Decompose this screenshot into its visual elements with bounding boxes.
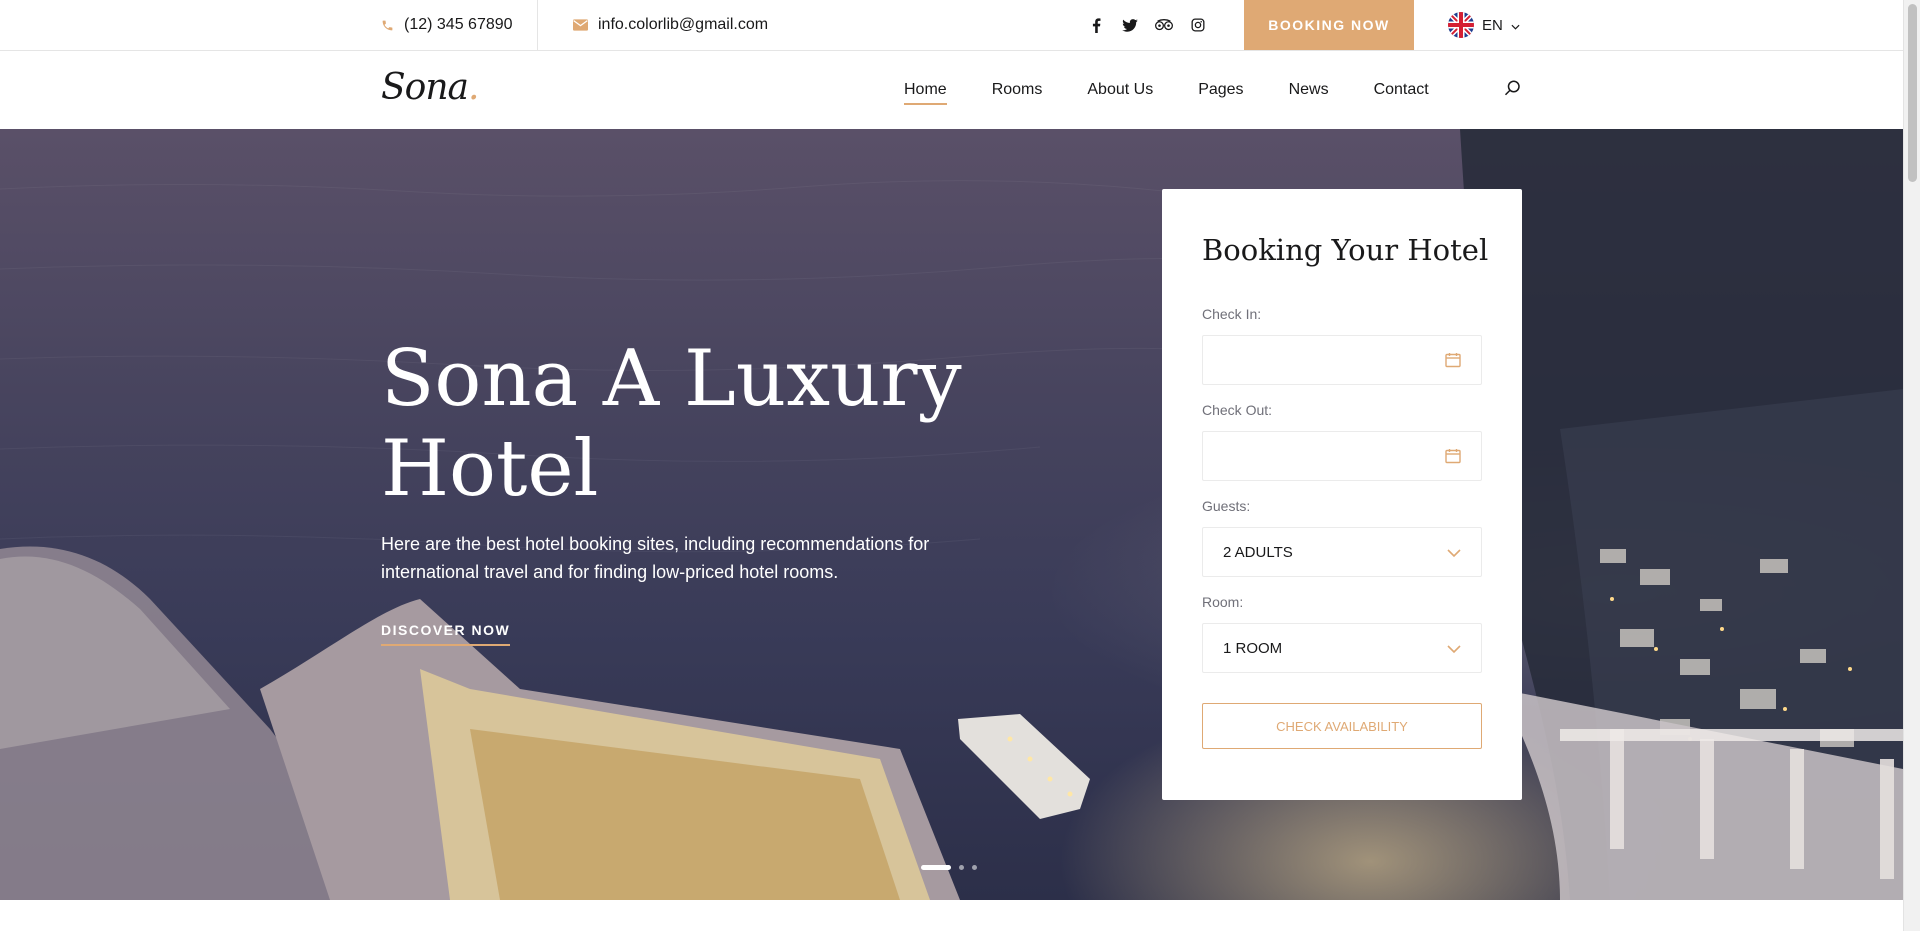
guests-selected-value: 2 Adults (1223, 543, 1293, 561)
room-select[interactable]: 1 Room (1202, 623, 1482, 673)
search-icon[interactable] (1504, 79, 1524, 99)
tripadvisor-icon[interactable] (1155, 16, 1173, 34)
top-bar: (12) 345 67890 info.colorlib@gmail.com B… (0, 0, 1903, 51)
check-in-field[interactable] (1202, 335, 1482, 385)
slider-pagination (921, 865, 977, 870)
calendar-icon[interactable] (1445, 448, 1461, 464)
scrollbar-thumb[interactable] (1908, 4, 1917, 182)
check-out-field[interactable] (1202, 431, 1482, 481)
twitter-icon[interactable] (1121, 16, 1139, 34)
nav-item-contact[interactable]: Contact (1374, 75, 1429, 105)
chevron-down-icon (1447, 546, 1461, 560)
nav-item-pages[interactable]: Pages (1198, 75, 1243, 105)
main-nav: Home Rooms About Us Pages News Contact (904, 51, 1474, 129)
phone-number: (12) 345 67890 (404, 16, 513, 33)
calendar-icon[interactable] (1445, 352, 1461, 368)
language-label[interactable]: EN (1482, 17, 1503, 34)
booking-now-button[interactable]: Booking Now (1244, 0, 1414, 50)
check-out-label: Check Out: (1202, 402, 1273, 418)
chevron-down-icon (1511, 17, 1520, 34)
hero-description: Here are the best hotel booking sites, i… (381, 534, 930, 582)
phone-contact: (12) 345 67890 (381, 0, 513, 50)
hero-slider: Sona A Luxury Hotel Here are the best ho… (0, 129, 1903, 900)
nav-item-rooms[interactable]: Rooms (992, 75, 1043, 105)
logo-dot: . (467, 67, 479, 108)
uk-flag-icon (1448, 12, 1474, 38)
facebook-icon[interactable] (1087, 16, 1105, 34)
slide-dot-2[interactable] (959, 865, 964, 870)
hero-background-image (0, 129, 1903, 900)
nav-item-about-us[interactable]: About Us (1087, 75, 1153, 105)
chevron-down-icon (1447, 642, 1461, 656)
slide-dot-1[interactable] (921, 865, 951, 870)
nav-item-home[interactable]: Home (904, 75, 947, 105)
room-selected-value: 1 Room (1223, 639, 1283, 657)
booking-form-title: Booking Your Hotel (1202, 233, 1489, 267)
email-contact[interactable]: info.colorlib@gmail.com (573, 0, 768, 50)
room-label: Room: (1202, 594, 1244, 610)
page-scrollbar[interactable] (1903, 0, 1920, 931)
nav-item-news[interactable]: News (1289, 75, 1329, 105)
booking-form: Booking Your Hotel Check In: Check Out: … (1162, 189, 1522, 800)
guests-label: Guests: (1202, 498, 1251, 514)
logo-text[interactable]: Sona (381, 67, 469, 108)
main-header: Sona. Home Rooms About Us Pages News Con… (0, 51, 1903, 129)
slide-dot-3[interactable] (972, 865, 977, 870)
language-switcher[interactable]: EN (1448, 0, 1520, 50)
envelope-icon (573, 19, 588, 31)
social-links (1087, 0, 1207, 50)
logo[interactable]: Sona. (381, 67, 479, 108)
guests-select[interactable]: 2 Adults (1202, 527, 1482, 577)
check-in-label: Check In: (1202, 306, 1262, 322)
hero-title: Sona A Luxury Hotel (381, 334, 962, 514)
phone-icon (381, 19, 394, 32)
topbar-divider (537, 0, 538, 50)
instagram-icon[interactable] (1189, 16, 1207, 34)
email-address[interactable]: info.colorlib@gmail.com (598, 16, 768, 34)
discover-now-link[interactable]: Discover Now (381, 622, 511, 646)
check-availability-button[interactable]: Check Availability (1202, 703, 1482, 749)
